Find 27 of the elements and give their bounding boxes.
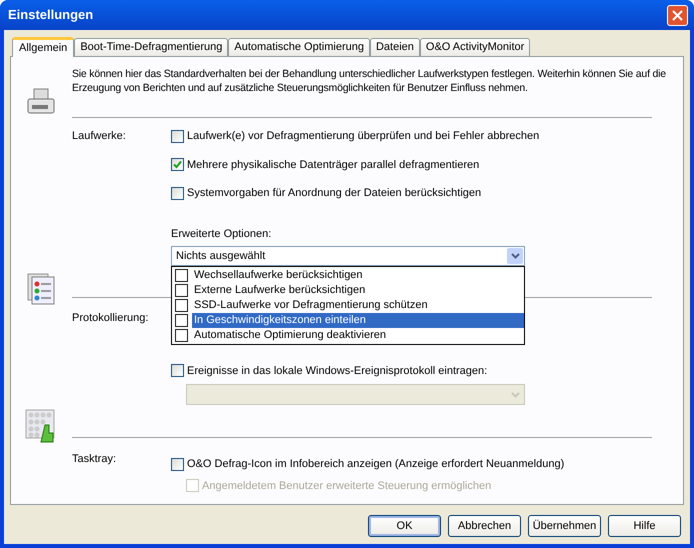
- dialog-button[interactable]: Übernehmen: [528, 515, 601, 537]
- tab[interactable]: O&O ActivityMonitor: [420, 38, 530, 56]
- section-label: Laufwerke:: [72, 129, 127, 144]
- list-item[interactable]: Wechsellaufwerke berücksichtigen: [192, 268, 524, 283]
- tab[interactable]: Dateien: [370, 38, 420, 56]
- tab[interactable]: Automatische Optimierung: [228, 38, 370, 56]
- window-title: Einstellungen: [7, 6, 94, 24]
- dialog-button[interactable]: OK: [368, 515, 441, 537]
- dialog-button[interactable]: Hilfe: [608, 515, 681, 537]
- section-label: Tasktray:: [72, 452, 118, 467]
- list-item[interactable]: In Geschwindigkeitszonen einteilen: [192, 313, 524, 328]
- field-label: Erweiterte Optionen:: [171, 226, 272, 242]
- dialog-button[interactable]: Abbrechen: [448, 515, 521, 537]
- tab[interactable]: Boot-Time-Defragmentierung: [74, 38, 228, 56]
- checkbox-label: Ereignisse in das lokale Windows-Ereignisprotokoll eintragen:: [187, 364, 488, 378]
- checkbox-label: Systemvorgaben für Anordnung der Dateien berücksichtigen: [187, 186, 482, 201]
- list-item[interactable]: SSD-Laufwerke vor Defragmentierung schützen: [192, 298, 524, 313]
- section-label: Protokollierung:: [72, 311, 150, 326]
- dropdown[interactable]: Nichts ausgewählt: [171, 246, 525, 266]
- list-item[interactable]: Automatische Optimierung deaktivieren: [192, 328, 524, 343]
- checkbox-label: Laufwerk(e) vor Defragmentierung überprüfen und bei Fehler abbrechen: [187, 129, 540, 144]
- checkbox-label: Mehrere physikalische Datenträger parallel defragmentieren: [187, 158, 480, 172]
- tab[interactable]: Allgemein: [12, 37, 74, 57]
- list-item[interactable]: Externe Laufwerke berücksichtigen: [192, 283, 524, 298]
- checkbox-label: O&O Defrag-Icon im Infobereich anzeigen (Anzeige erfordert Neuanmeldung): [187, 457, 564, 472]
- checkbox-label: Angemeldetem Benutzer erweiterte Steuerung ermöglichen: [202, 478, 492, 494]
- description-text: Sie können hier das Standardverhalten bei der Behandlung unterschiedlicher Laufwerkstypen festlegen. Weiterhin können Sie auf die Erzeugung von Berichten und auf zusätzliche Steuerungsmöglichkeiten für Benutzer Einfluss nehmen.: [72, 67, 667, 95]
